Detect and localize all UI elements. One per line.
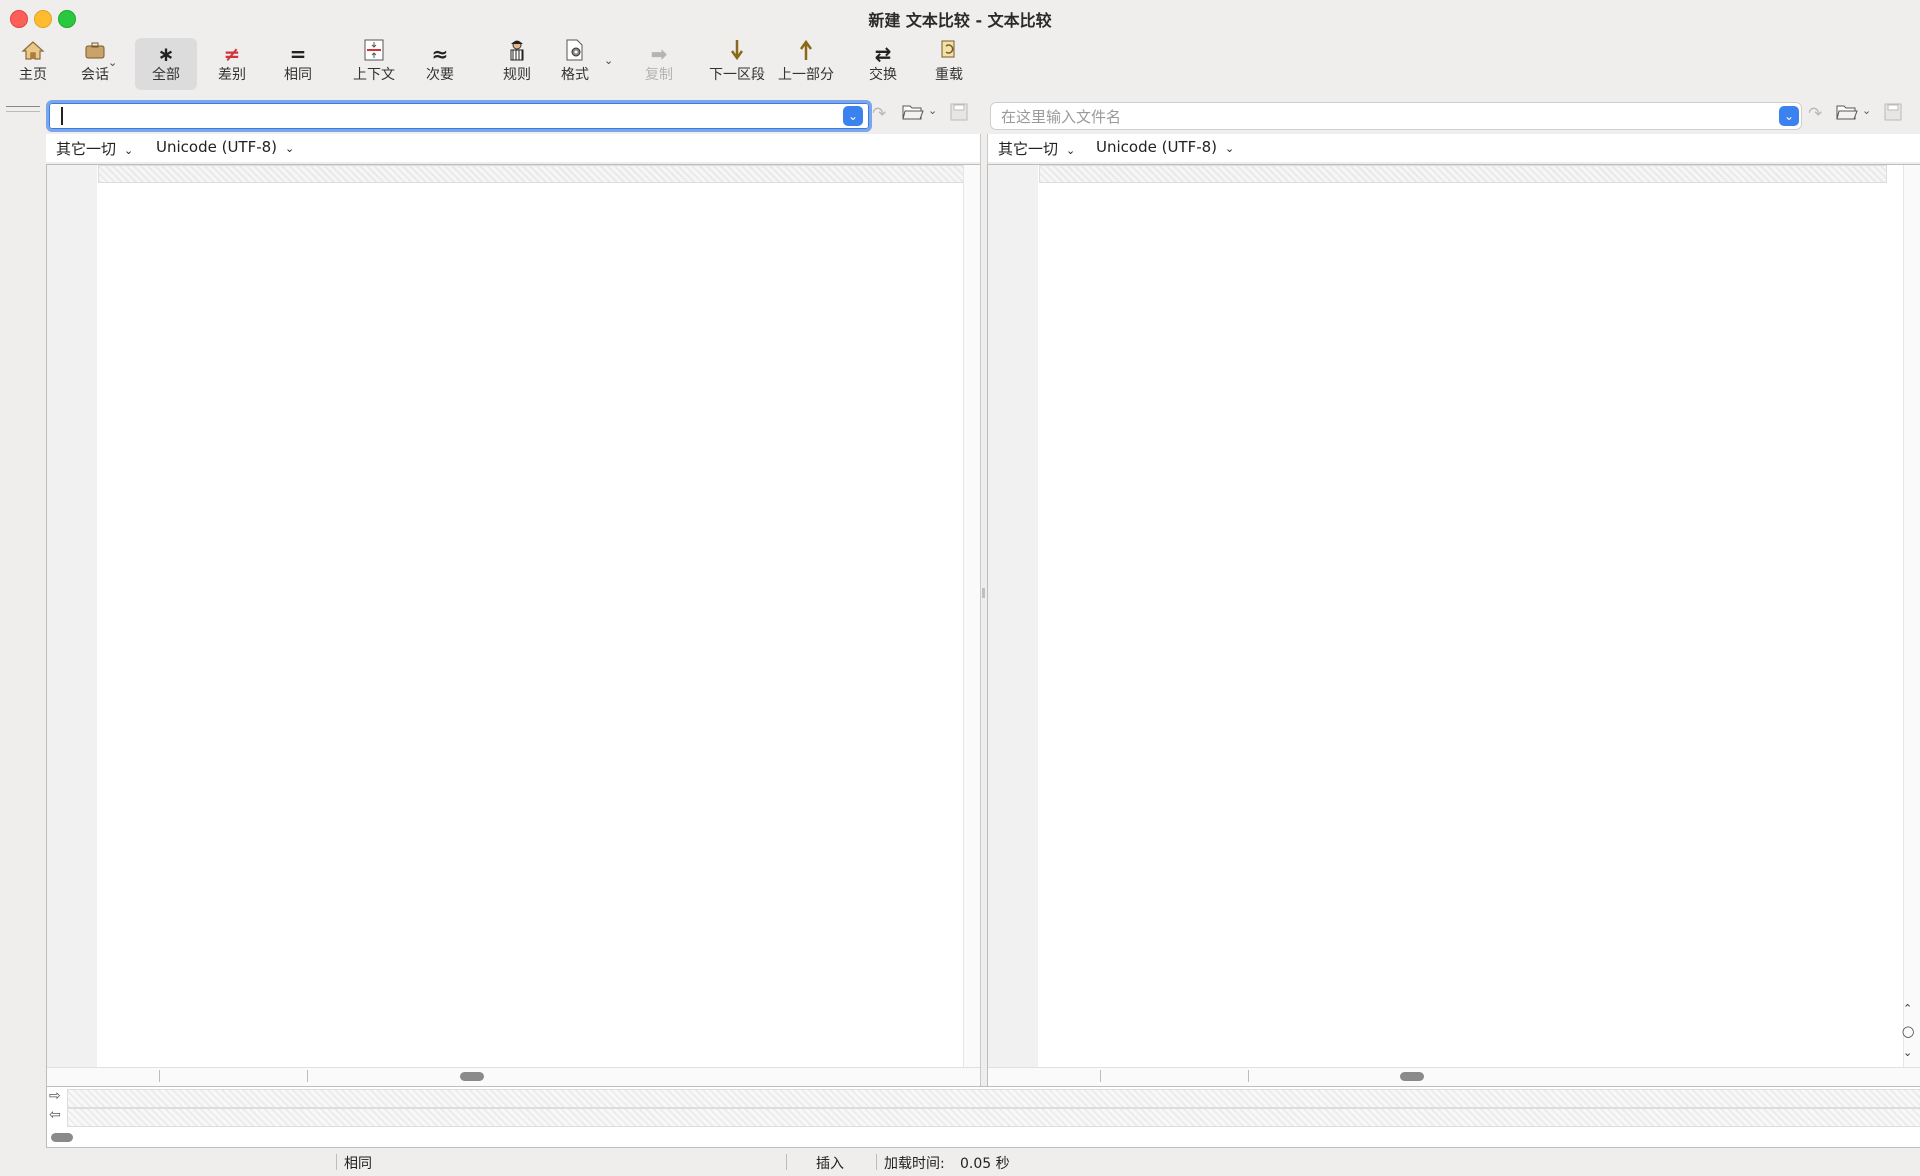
not-equal-icon: ≠ xyxy=(223,42,241,66)
left-encoding-select[interactable]: Unicode (UTF-8) ⌄ xyxy=(156,138,294,156)
home-icon xyxy=(2,38,64,66)
referee-icon xyxy=(486,38,548,66)
rules-button[interactable]: 规则 xyxy=(486,38,548,90)
right-line-detail xyxy=(67,1108,1920,1127)
left-vertical-scrollbar[interactable] xyxy=(963,165,980,1086)
right-save-icon[interactable] xyxy=(1884,102,1902,127)
chevron-down-icon: ⌄ xyxy=(1066,144,1076,157)
chevron-down-icon: ⌄ xyxy=(285,142,295,155)
document-gear-icon xyxy=(544,38,606,66)
right-path-dropdown-chevron-down-icon[interactable]: ⌄ xyxy=(1779,106,1799,126)
all-button[interactable]: ∗ 全部 xyxy=(135,38,197,90)
ruler-tick xyxy=(1248,1070,1249,1082)
swap-icon: ⇄ xyxy=(874,42,892,66)
left-open-chevron-down-icon[interactable]: ⌄ xyxy=(928,104,937,117)
arrow-left-outline-icon: ⇦ xyxy=(49,1107,61,1123)
text-caret xyxy=(61,107,63,125)
title-bar: 新建 文本比较 - 文本比较 xyxy=(0,0,1920,36)
scroll-up-icon[interactable]: ⌃ xyxy=(1903,1002,1912,1015)
status-insert: 插入 xyxy=(816,1156,844,1172)
right-placeholder-line xyxy=(1039,165,1887,183)
right-open-folder-icon[interactable] xyxy=(1836,102,1858,127)
toolbar: 主页 会话 ⌄ ∗ 全部 ≠ 差别 = 相同 上下文 ≈ 次要 规则 格式 ⌄ … xyxy=(0,38,1920,92)
left-text-pane[interactable] xyxy=(46,164,981,1087)
left-placeholder-line xyxy=(98,165,964,183)
divider-grip[interactable] xyxy=(982,588,985,598)
arrow-up-icon xyxy=(774,38,838,66)
left-line-detail xyxy=(67,1089,1920,1108)
right-open-chevron-down-icon[interactable]: ⌄ xyxy=(1862,104,1871,117)
chevron-down-icon: ⌄ xyxy=(124,144,134,157)
ruler-tick xyxy=(1100,1070,1101,1082)
left-file-path-input[interactable]: ⌄ xyxy=(46,100,872,132)
right-text-pane[interactable] xyxy=(987,164,1920,1087)
context-icon xyxy=(343,38,405,66)
left-format-select[interactable]: 其它一切 ⌄ xyxy=(56,138,133,159)
equals-icon: = xyxy=(289,42,307,66)
ruler-tick xyxy=(159,1070,160,1082)
format-chevron-down-icon[interactable]: ⌄ xyxy=(604,54,613,67)
left-open-folder-icon[interactable] xyxy=(902,102,924,127)
right-format-row: 其它一切 ⌄ Unicode (UTF-8) ⌄ xyxy=(986,134,1920,162)
asterisk-icon: ∗ xyxy=(157,42,175,66)
left-save-icon[interactable] xyxy=(950,102,968,127)
diffs-button[interactable]: ≠ 差别 xyxy=(201,38,263,90)
status-separator xyxy=(786,1154,787,1170)
right-encoding-select[interactable]: Unicode (UTF-8) ⌄ xyxy=(1096,138,1234,156)
chevron-down-icon: ⌄ xyxy=(1225,142,1235,155)
reload-icon xyxy=(918,38,980,66)
right-reload-arrow-icon[interactable]: ↷ xyxy=(1808,104,1822,124)
panel-strip xyxy=(0,100,44,1145)
next-section-button[interactable]: 下一区段 xyxy=(706,38,768,90)
left-format-row: 其它一切 ⌄ Unicode (UTF-8) ⌄ xyxy=(46,134,980,162)
right-format-select[interactable]: 其它一切 ⌄ xyxy=(998,138,1075,159)
arrow-right-icon: ➡ xyxy=(650,42,668,66)
right-vertical-scrollbar[interactable] xyxy=(1903,165,1920,1086)
same-button[interactable]: = 相同 xyxy=(267,38,329,90)
right-file-path-input[interactable]: 在这里输入文件名 ⌄ xyxy=(990,102,1802,130)
left-path-row: ⌄ ↷ ⌄ xyxy=(46,100,980,132)
right-path-row: 在这里输入文件名 ⌄ ↷ ⌄ xyxy=(990,102,1920,130)
format-button[interactable]: 格式 xyxy=(544,38,606,90)
status-mode: 相同 xyxy=(344,1156,372,1172)
arrow-down-icon xyxy=(706,38,768,66)
left-reload-arrow-icon[interactable]: ↷ xyxy=(872,104,886,124)
left-horizontal-scrollbar[interactable] xyxy=(47,1067,980,1086)
splitter-handle[interactable] xyxy=(6,106,40,112)
ruler-tick xyxy=(307,1070,308,1082)
home-button[interactable]: 主页 xyxy=(2,38,64,90)
left-line-gutter xyxy=(47,165,97,1086)
copy-button[interactable]: ➡ 复制 xyxy=(628,38,690,90)
right-line-gutter xyxy=(988,165,1038,1086)
swap-button[interactable]: ⇄ 交换 xyxy=(852,38,914,90)
status-separator xyxy=(876,1154,877,1170)
window-title: 新建 文本比较 - 文本比较 xyxy=(868,11,1052,30)
left-scroll-thumb[interactable] xyxy=(460,1072,484,1081)
reload-button[interactable]: 重载 xyxy=(918,38,980,90)
arrow-right-outline-icon: ⇨ xyxy=(49,1088,61,1104)
right-scroll-thumb[interactable] xyxy=(1400,1072,1424,1081)
scroll-down-icon[interactable]: ⌄ xyxy=(1903,1046,1912,1059)
status-separator xyxy=(336,1154,337,1170)
detail-scroll-thumb[interactable] xyxy=(51,1133,73,1142)
left-path-dropdown-chevron-down-icon[interactable]: ⌄ xyxy=(843,106,863,126)
minor-button[interactable]: ≈ 次要 xyxy=(409,38,471,90)
right-horizontal-scrollbar[interactable] xyxy=(988,1067,1920,1086)
context-button[interactable]: 上下文 xyxy=(343,38,405,90)
line-detail-panel: ⇨ ⇦ xyxy=(46,1086,1920,1148)
approx-icon: ≈ xyxy=(431,42,449,66)
app-window: 新建 文本比较 - 文本比较 主页 会话 ⌄ ∗ 全部 ≠ 差别 = 相同 上下… xyxy=(0,0,1920,1176)
prev-section-button[interactable]: 上一部分 xyxy=(774,38,838,90)
status-bar: 相同 插入 加载时间: 0.05 秒 xyxy=(0,1148,1920,1176)
center-diff-icon[interactable]: ◯ xyxy=(1902,1025,1914,1038)
status-load-time-label: 加载时间: xyxy=(884,1156,945,1172)
status-load-time-value: 0.05 秒 xyxy=(960,1156,1010,1172)
session-chevron-down-icon[interactable]: ⌄ xyxy=(108,56,117,69)
